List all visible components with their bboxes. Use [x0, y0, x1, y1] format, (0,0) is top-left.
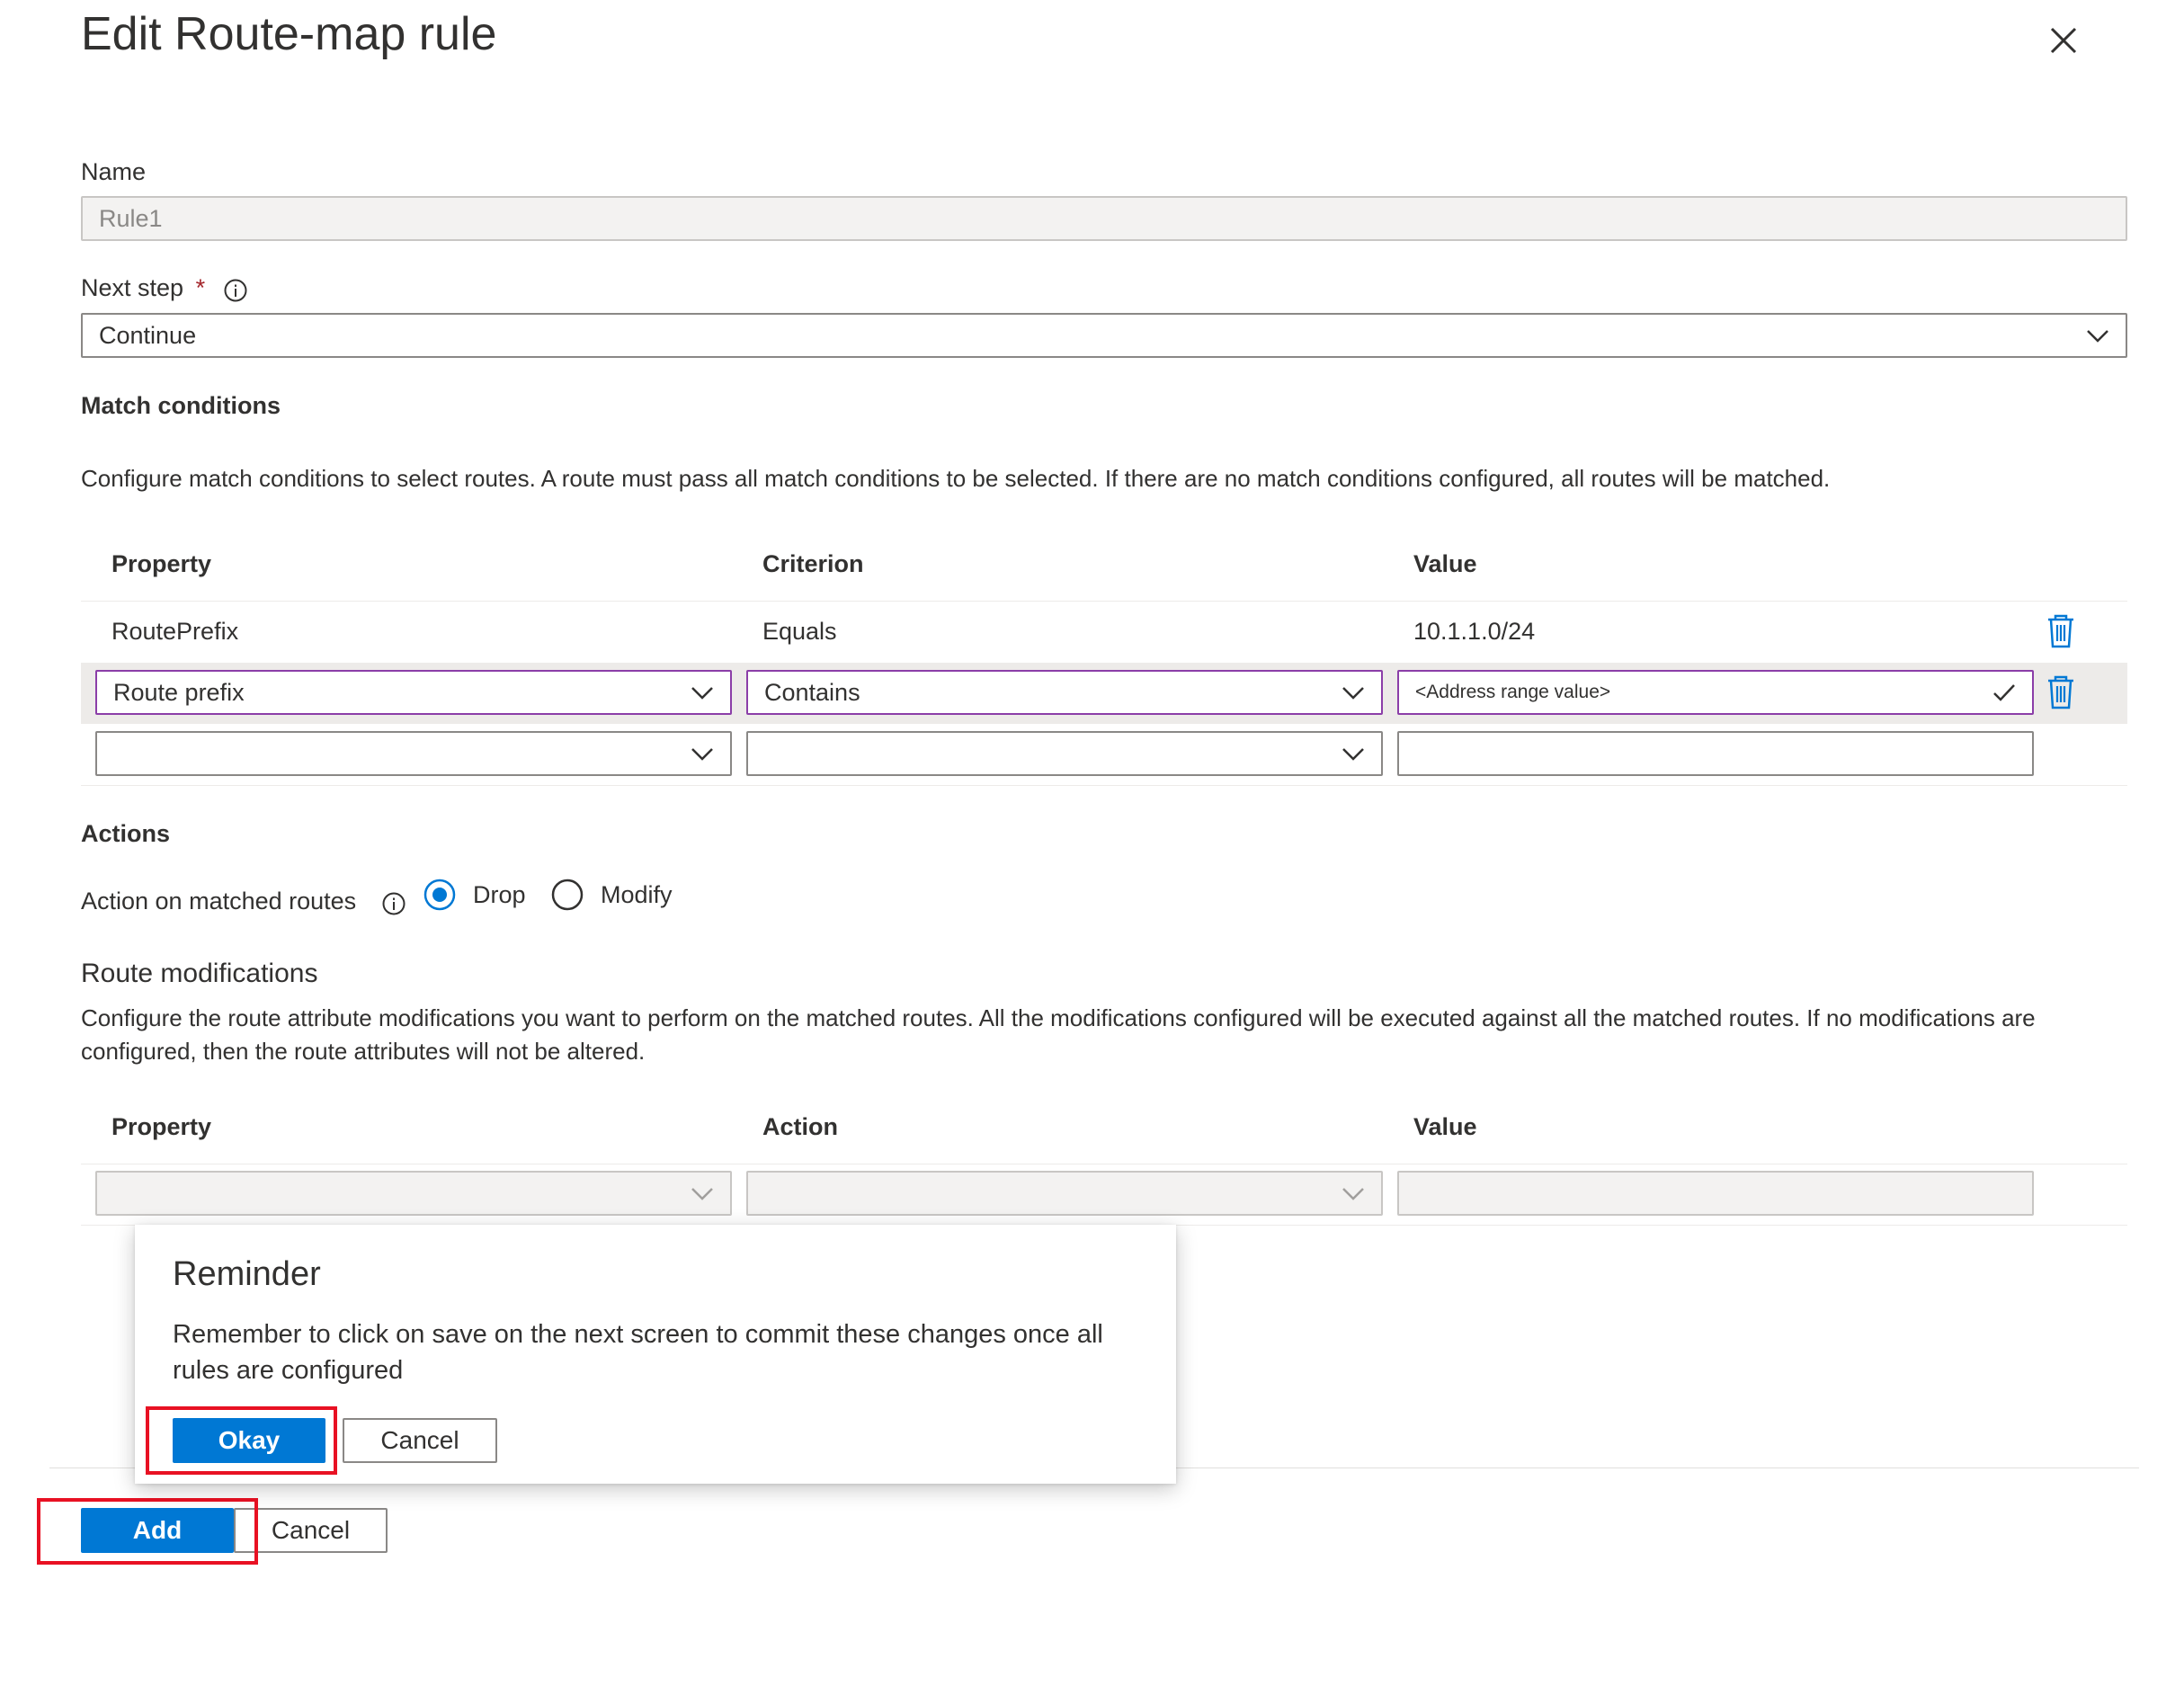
column-header-property: Property [111, 1113, 212, 1140]
route-modifications-description: Configure the route attribute modificati… [81, 1004, 2036, 1065]
new-criterion-dropdown[interactable] [746, 731, 1383, 776]
column-header-action: Action [762, 1113, 838, 1140]
reminder-title: Reminder [173, 1255, 321, 1293]
route-modifications-heading: Route modifications [81, 959, 318, 988]
chevron-down-icon [2087, 330, 2108, 343]
next-step-dropdown[interactable]: Continue [81, 313, 2127, 358]
match-conditions-heading: Match conditions [81, 392, 281, 419]
new-property-dropdown[interactable] [95, 731, 732, 776]
chevron-down-icon [1342, 748, 1364, 761]
required-mark: * [195, 274, 206, 301]
radio-drop[interactable] [423, 879, 456, 911]
match-conditions-description: Configure match conditions to select rou… [81, 465, 1831, 492]
checkmark-icon [1993, 684, 2015, 701]
close-icon[interactable] [2041, 18, 2086, 63]
action-label: Action on matched routes [81, 888, 357, 914]
value-input[interactable]: <Address range value> [1397, 670, 2034, 715]
column-header-value: Value [1413, 1113, 1477, 1140]
chevron-down-icon [1342, 687, 1364, 700]
row-property: RoutePrefix [111, 618, 239, 645]
info-icon[interactable] [381, 891, 406, 916]
reminder-message: Remember to click on save on the next sc… [173, 1320, 1103, 1385]
new-value-input[interactable] [1397, 731, 2034, 776]
panel-title: Edit Route-map rule [81, 8, 497, 60]
name-label: Name [81, 158, 147, 185]
divider [81, 601, 2127, 602]
reminder-cancel-button[interactable]: Cancel [343, 1418, 497, 1463]
actions-heading: Actions [81, 820, 171, 847]
next-step-label: Next step * [81, 274, 205, 302]
chevron-down-icon [691, 748, 713, 761]
modification-property-dropdown [95, 1171, 732, 1216]
next-step-value: Continue [99, 322, 197, 349]
row-value: 10.1.1.0/24 [1413, 618, 1536, 645]
info-icon[interactable] [223, 278, 248, 303]
highlight-box-okay [146, 1406, 337, 1475]
property-dropdown[interactable]: Route prefix [95, 670, 732, 715]
chevron-down-icon [1342, 1188, 1364, 1200]
column-header-value: Value [1413, 550, 1477, 577]
criterion-dropdown[interactable]: Contains [746, 670, 1383, 715]
delete-row-icon[interactable] [2046, 674, 2076, 710]
chevron-down-icon [691, 687, 713, 700]
radio-drop-label: Drop [473, 881, 526, 908]
row-criterion: Equals [762, 618, 837, 645]
column-header-property: Property [111, 550, 212, 577]
radio-modify-label: Modify [601, 881, 673, 908]
name-field: Rule1 [81, 196, 2127, 241]
highlight-box-add [37, 1498, 258, 1565]
radio-modify[interactable] [551, 879, 584, 911]
modification-action-dropdown [746, 1171, 1383, 1216]
next-step-label-text: Next step [81, 274, 184, 301]
property-dropdown-value: Route prefix [113, 679, 245, 706]
modification-value-input [1397, 1171, 2034, 1216]
divider [81, 785, 2127, 786]
value-input-text: <Address range value> [1415, 682, 1611, 702]
delete-row-icon[interactable] [2046, 613, 2076, 649]
reminder-dialog: Reminder Remember to click on save on th… [135, 1225, 1176, 1484]
column-header-criterion: Criterion [762, 550, 864, 577]
chevron-down-icon [691, 1188, 713, 1200]
criterion-dropdown-value: Contains [764, 679, 860, 706]
